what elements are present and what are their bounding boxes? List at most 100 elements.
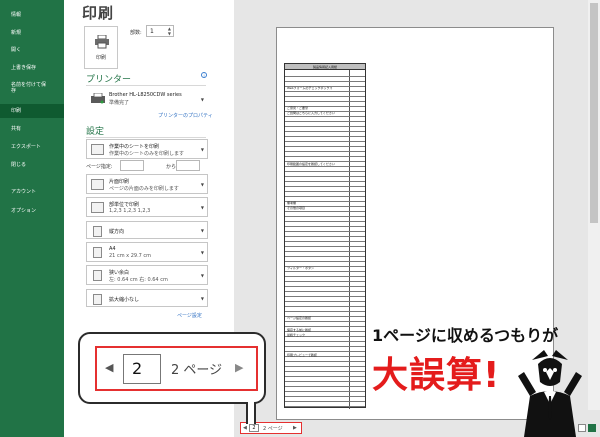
- preview-table-row-line: [285, 311, 365, 312]
- current-page-input[interactable]: 2: [249, 424, 259, 432]
- preview-row-text: 保存する前に確認: [287, 328, 312, 332]
- nav-print[interactable]: 印刷: [0, 104, 64, 118]
- portrait-icon: [93, 226, 102, 237]
- paper-title: A4: [109, 246, 116, 252]
- preview-row-text: Webフォームのチェックボックス: [287, 86, 333, 90]
- preview-table-row-line: [285, 286, 365, 287]
- preview-table-row-line: [285, 386, 365, 387]
- chevron-down-icon: ▼: [200, 273, 204, 278]
- printer-heading: プリンター: [86, 75, 132, 85]
- orientation-select[interactable]: 縦方向 ▼: [86, 221, 208, 239]
- nav-info-label: 情報: [11, 12, 22, 18]
- preview-table-row-line: [285, 256, 365, 257]
- preview-table-row-line: [285, 231, 365, 232]
- nav-close[interactable]: 閉じる: [0, 162, 64, 168]
- paper-icon: [93, 247, 102, 258]
- nav-new[interactable]: 新規: [0, 30, 64, 36]
- nav-share-label: 共有: [11, 126, 22, 132]
- annotation-caption: 1ページに収めるつもりが: [372, 326, 559, 345]
- scaling-title: 拡大縮小なし: [109, 297, 140, 303]
- preview-row-text: フィルター・ボタン: [287, 266, 314, 270]
- nav-options[interactable]: オプション: [0, 208, 64, 214]
- copies-input[interactable]: 1 ▲ ▼: [146, 25, 174, 37]
- collate-select[interactable]: 部単位で印刷 1,2,3 1,2,3 1,2,3 ▼: [86, 197, 208, 217]
- chevron-down-icon: ▼: [200, 97, 204, 102]
- nav-share[interactable]: 共有: [0, 126, 64, 132]
- preview-table-row-line: [285, 376, 365, 377]
- preview-table-row-line: [285, 351, 365, 352]
- preview-table-row-line: [285, 141, 365, 142]
- collate-sub: 1,2,3 1,2,3 1,2,3: [109, 208, 151, 214]
- preview-table-row-line: [285, 101, 365, 102]
- print-button[interactable]: 印刷: [84, 26, 118, 69]
- preview-table-row-line: [285, 191, 365, 192]
- preview-table-row-line: [285, 281, 365, 282]
- print-what-select[interactable]: 作業中のシートを印刷 作業中のシートのみを印刷します ▼: [86, 139, 208, 159]
- preview-table-row-line: [285, 186, 365, 187]
- previous-page-icon[interactable]: ◀: [243, 425, 247, 431]
- copies-spinner-icon[interactable]: ▲ ▼: [168, 26, 171, 36]
- preview-table-row-line: [285, 81, 365, 82]
- preview-scrollbar-thumb[interactable]: [590, 3, 598, 223]
- preview-table-row-line: [285, 176, 365, 177]
- preview-table-row-line: [285, 366, 365, 367]
- nav-save-as[interactable]: 名前を付けて保存: [0, 82, 50, 94]
- info-icon[interactable]: i: [201, 72, 207, 78]
- nav-close-label: 閉じる: [11, 162, 27, 168]
- nav-info[interactable]: 情報: [0, 12, 64, 18]
- printer-properties-link[interactable]: プリンターのプロパティ: [158, 112, 213, 119]
- pages-to-input[interactable]: [176, 160, 200, 171]
- nav-save[interactable]: 上書き保存: [0, 65, 64, 71]
- chevron-down-icon: ▼: [200, 296, 204, 301]
- scaling-select[interactable]: 拡大縮小なし ▼: [86, 289, 208, 307]
- margins-select[interactable]: 狭い余白 左: 0.64 cm 右: 0.64 cm ▼: [86, 265, 208, 285]
- sides-select[interactable]: 片面印刷 ページの片面のみを印刷します ▼: [86, 174, 208, 194]
- sides-title: 片面印刷: [109, 179, 130, 185]
- settings-heading: 設定: [86, 127, 105, 137]
- page-setup-link[interactable]: ページ設定: [177, 312, 202, 319]
- nav-options-label: オプション: [11, 208, 37, 214]
- chevron-down-icon: ▼: [200, 250, 204, 255]
- nav-open-label: 開く: [11, 47, 22, 53]
- preview-table-row-line: [285, 406, 365, 407]
- pages-label: ページ指定:: [86, 164, 113, 170]
- preview-table-row-line: [285, 181, 365, 182]
- preview-table-row-line: [285, 221, 365, 222]
- nav-open[interactable]: 開く: [0, 47, 64, 53]
- shocked-businessman-illustration: [518, 350, 582, 437]
- print-button-label: 印刷: [95, 55, 106, 61]
- preview-table-title: 製品情報記入用紙: [285, 64, 365, 70]
- orientation-title: 縦方向: [109, 229, 125, 235]
- total-pages-label: 2 ページ: [263, 426, 283, 432]
- nav-account[interactable]: アカウント: [0, 189, 64, 195]
- print-what-title: 作業中のシートを印刷: [109, 144, 160, 150]
- preview-table-row-line: [285, 321, 365, 322]
- nav-export[interactable]: エクスポート: [0, 144, 64, 150]
- preview-table-row-line: [285, 361, 365, 362]
- callout-current-page: 2: [123, 354, 161, 384]
- chevron-down-icon: ▼: [200, 205, 204, 210]
- chevron-down-icon: ▼: [200, 228, 204, 233]
- preview-table-row-line: [285, 301, 365, 302]
- preview-table-row-line: [285, 171, 365, 172]
- preview-table-row-line: [285, 146, 365, 147]
- preview-table-row-line: [285, 226, 365, 227]
- nav-new-label: 新規: [11, 30, 22, 36]
- preview-row-text: ご質問はこちらに入力してください: [287, 111, 335, 115]
- preview-table: 製品情報記入用紙 Webフォームのチェックボックス ご意見・ご要望 ご質問はこち…: [284, 63, 366, 409]
- nav-account-label: アカウント: [11, 189, 37, 195]
- collate-title: 部単位で印刷: [109, 202, 140, 208]
- preview-table-row-line: [285, 201, 365, 202]
- preview-table-row-line: [285, 296, 365, 297]
- paper-size-select[interactable]: A4 21 cm x 29.7 cm ▼: [86, 242, 208, 262]
- printer-select[interactable]: Brother HL-L8250CDW series 準備完了 ▼: [86, 88, 208, 110]
- pages-from-input[interactable]: [120, 160, 144, 171]
- print-what-sub: 作業中のシートのみを印刷します: [109, 151, 185, 157]
- preview-table-row-line: [285, 346, 365, 347]
- preview-row-text: その他の項目: [287, 206, 306, 210]
- preview-table-row-line: [285, 211, 365, 212]
- next-page-icon[interactable]: ▶: [293, 425, 297, 431]
- callout-page-navigation: ◀ 2 2 ページ ▶: [95, 346, 258, 391]
- backstage-nav: 情報 新規 開く 上書き保存 名前を付けて保存 印刷 共有 エクスポート 閉じる…: [0, 0, 64, 437]
- nav-save-as-label: 名前を付けて保存: [11, 82, 47, 94]
